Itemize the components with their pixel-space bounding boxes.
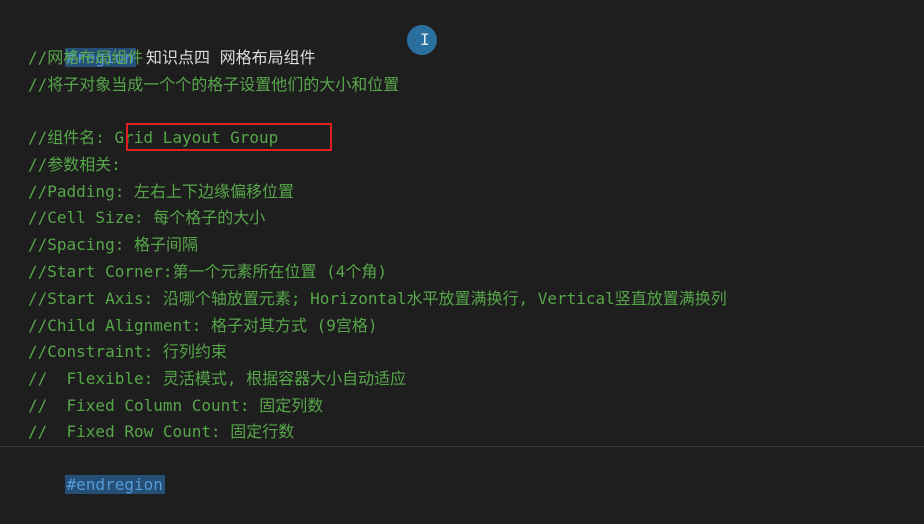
code-line[interactable]: //Start Axis: 沿哪个轴放置元素; Horizontal水平放置满换… — [28, 286, 727, 312]
code-line[interactable]: //将子对象当成一个个的格子设置他们的大小和位置 — [28, 72, 399, 98]
region-title: 知识点四 网格布局组件 — [145, 48, 316, 67]
component-name-highlight-box — [126, 123, 332, 151]
ibeam-glyph: I — [420, 31, 430, 49]
region-line[interactable]: #region 知识点四 网格布局组件 — [28, 19, 316, 67]
code-line[interactable]: // Fixed Column Count: 固定列数 — [28, 393, 323, 419]
code-line[interactable]: //Child Alignment: 格子对其方式 (9宫格) — [28, 313, 378, 339]
code-line[interactable]: // Fixed Row Count: 固定行数 — [28, 419, 294, 445]
code-line[interactable]: //网格布局组件 — [28, 45, 143, 71]
code-line[interactable]: //Cell Size: 每个格子的大小 — [28, 205, 265, 231]
endregion-keyword: #endregion — [64, 475, 165, 494]
code-line[interactable]: //Start Corner:第一个元素所在位置 (4个角) — [28, 259, 387, 285]
endregion-line[interactable]: #endregion — [28, 446, 165, 494]
code-line[interactable]: //Padding: 左右上下边缘偏移位置 — [28, 179, 294, 205]
code-editor[interactable]: #region 知识点四 网格布局组件 //网格布局组件 //将子对象当成一个个的… — [0, 0, 924, 494]
code-line[interactable]: //Constraint: 行列约束 — [28, 339, 227, 365]
code-line[interactable]: // Flexible: 灵活模式, 根据容器大小自动适应 — [28, 366, 406, 392]
code-line[interactable]: //参数相关: — [28, 152, 121, 178]
code-line[interactable]: //Spacing: 格子间隔 — [28, 232, 198, 258]
